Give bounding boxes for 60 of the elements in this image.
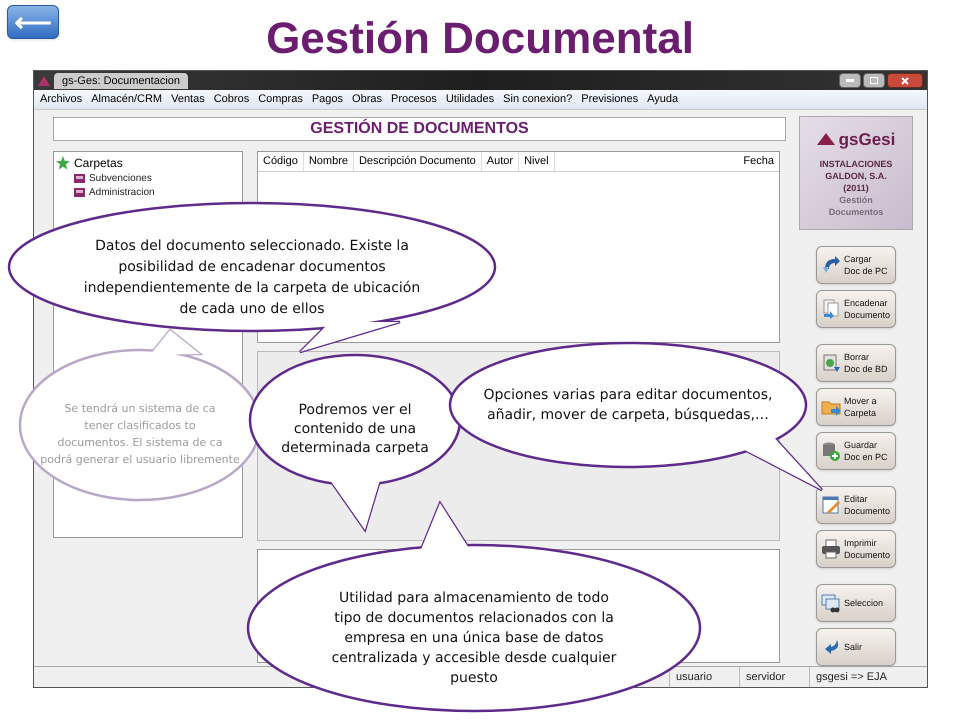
column-header[interactable]: Código — [258, 152, 304, 171]
callout-text: Datos del documento seleccionado. Existe la posibilidad de encadenar documentos independientemente de la carpeta de ubicación de cada uno de ellos — [82, 236, 422, 318]
logo-icon — [38, 76, 50, 86]
close-button[interactable] — [887, 73, 923, 88]
minimize-button[interactable] — [839, 73, 861, 88]
logo-icon — [816, 133, 835, 146]
menu-item[interactable]: Utilidades — [446, 91, 494, 108]
column-header[interactable]: Nivel — [519, 152, 555, 171]
pencil-icon — [821, 494, 841, 515]
toolbar-button[interactable]: Mover a Carpeta — [816, 388, 896, 426]
menu-item[interactable]: Obras — [352, 91, 382, 108]
menu-item[interactable]: Ayuda — [647, 91, 678, 108]
toolbar-button[interactable]: Borrar Doc de BD — [816, 344, 896, 382]
menu-item[interactable]: Pagos — [312, 91, 344, 108]
callout-text: Se tendrá un sistema de ca tener clasificados to documentos. El sistema de ca podrá generar el usuario libremente — [39, 400, 241, 468]
star-icon — [56, 156, 70, 170]
logo-text: gsGesi — [838, 128, 896, 151]
toolbar-button[interactable]: Cargar Doc de PC — [816, 246, 896, 284]
column-header[interactable]: Nombre — [304, 152, 354, 171]
menu-item[interactable]: Sin conexion? — [503, 91, 572, 108]
module-name: Gestión Documentos — [828, 194, 884, 218]
menu-item[interactable]: Almacén/CRM — [91, 91, 162, 108]
callout-text: Podremos ver el contenido de una determinada carpeta — [280, 401, 430, 458]
callout-text: Opciones varias para editar documentos, añadir, mover de carpeta, búsquedas,… — [482, 386, 774, 425]
menu-item[interactable]: Previsiones — [581, 91, 638, 108]
slide-title: Gestión Documental — [266, 13, 694, 65]
toolbar-button[interactable]: Guardar Doc en PC — [816, 432, 896, 470]
maximize-icon — [870, 77, 878, 84]
callout-text: Utilidad para almacenamiento de todo tipo de documentos relacionados con la empresa en una única base de datos centralizada y accesible desde cualquier puesto — [330, 589, 618, 688]
section-header: GESTIÓN DE DOCUMENTOS — [53, 116, 786, 141]
status-field: gsgesi => EJA — [809, 666, 927, 687]
menu-item[interactable]: Compras — [258, 91, 303, 108]
toolbar-button[interactable]: Editar Documento — [816, 486, 896, 524]
documents-icon — [821, 298, 841, 319]
toolbar-button[interactable]: Salir — [816, 628, 896, 666]
menu-item[interactable]: Ventas — [171, 91, 205, 108]
printer-icon — [821, 538, 841, 559]
binoculars-icon — [821, 592, 841, 613]
menu-item[interactable]: Procesos — [391, 91, 437, 108]
menu-item[interactable]: Cobros — [214, 91, 250, 108]
minimize-icon — [846, 79, 854, 82]
column-header[interactable]: Autor — [482, 152, 520, 171]
tree-item[interactable]: Subvenciones — [89, 171, 152, 186]
column-header[interactable]: Descripción Documento — [354, 152, 482, 171]
tree-item[interactable]: Carpetas — [74, 154, 123, 172]
window-title: gs-Ges: Documentacion — [54, 72, 188, 89]
curved-arrow-icon — [821, 254, 841, 275]
toolbar-button[interactable]: Imprimir Documento — [816, 530, 896, 568]
folder-icon — [74, 188, 85, 198]
column-header[interactable]: Fecha — [738, 152, 779, 171]
folder-icon — [74, 174, 85, 184]
toolbar-button[interactable]: Encadenar Documento — [816, 290, 896, 328]
menu-item[interactable]: Archivos — [40, 91, 82, 108]
status-field: servidor — [739, 666, 809, 687]
toolbar-button[interactable]: Seleccion — [816, 584, 896, 622]
tree-item[interactable]: Administracion — [89, 185, 155, 200]
company-name: INSTALACIONES GALDON, S.A. (2011) — [820, 158, 892, 194]
close-icon — [901, 76, 909, 85]
maximize-button[interactable] — [863, 73, 885, 88]
database-icon — [821, 440, 841, 461]
